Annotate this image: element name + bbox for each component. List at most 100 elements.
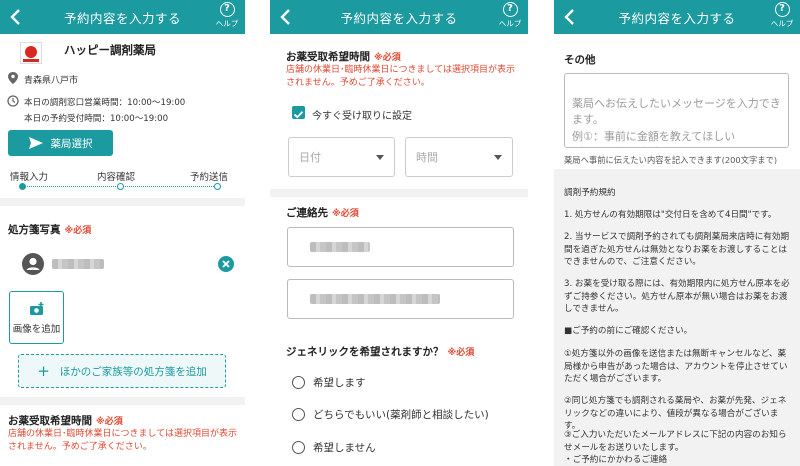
pharmacy-logo [20,42,42,64]
plus-icon: + [37,362,50,380]
pharmacy-name: ハッピー調剤薬局 [64,43,156,57]
pickup-time-label: お薬受取希望時間 [286,51,370,63]
back-arrow-icon[interactable] [6,7,26,27]
hours-reservation: 本日の予約受付時間：10:00〜19:00 [24,114,169,124]
screen-pickup-contact: 予約内容を入力する ? ヘルプ お薬受取希望時間 ※必須 店舗の休業日･臨時休業日… [270,0,528,466]
generic-option-either[interactable]: どちらでもいい(薬剤師と相談したい) [292,407,489,422]
terms-item: 2. 当サービスで調剤予約されても調剤薬局来店時に有効期間を過ぎた処方せんは無効… [564,232,790,267]
prescription-photo-title: 処方箋写真 ※必須 [8,222,91,237]
help-icon: ? [219,2,235,17]
terms-item: ③ご入力いただいたメールアドレスに下記の内容のお知らせメールをお送りいたします。… [564,430,787,465]
screen-message-terms: 予約内容を入力する ? ヘルプ その他 薬局へお伝えしたいメッセージを入力できま… [554,0,800,466]
contact-title: ご連絡先 ※必須 [286,205,359,220]
generic-option-label: 希望しません [313,442,376,454]
clock-icon [7,95,19,107]
terms-item: ①処方箋以外の画像を送信または無断キャンセルなど、薬局様から申告があった場合は、… [564,349,788,384]
hours-window: 本日の調剤窓口営業時間：10:00〜19:00 [24,98,186,108]
page-title: 予約内容を入力する [63,10,181,26]
help-icon: ? [502,2,518,17]
radio-button[interactable] [292,441,305,454]
generic-option-no[interactable]: 希望しません [292,440,376,455]
remove-icon[interactable] [218,256,234,272]
screen-pharmacy-info: 予約内容を入力する ? ヘルプ ハッピー調剤薬局 青森県八戸市 本日の調剤窓口営… [0,0,245,466]
required-mark: ※必須 [64,226,92,236]
generic-question-title: ジェネリックを希望されますか？ ※必須 [286,344,474,359]
help-button[interactable]: ? ヘルプ [213,2,241,29]
family-member-name-redacted [52,259,104,269]
help-icon: ? [774,2,790,17]
back-arrow-icon[interactable] [560,7,580,27]
email-input[interactable] [287,279,514,319]
generic-option-yes[interactable]: 希望します [292,375,366,390]
app-header: 予約内容を入力する ? ヘルプ [554,0,800,34]
required-mark: ※必須 [332,209,359,219]
required-mark: ※必須 [447,348,475,358]
step-dot [214,183,221,190]
help-label: ヘルプ [498,19,522,28]
app-header: 予約内容を入力する ? ヘルプ [0,0,245,34]
add-image-label: 画像を追加 [12,324,61,335]
radio-button[interactable] [292,408,305,421]
required-mark: ※必須 [374,53,401,63]
section-divider [0,198,245,206]
dropdown-arrow-icon [494,154,502,160]
pickup-now-checkbox[interactable] [292,106,305,119]
pickup-time-label: お薬受取希望時間 [8,415,92,427]
pickup-time-title: お薬受取希望時間 ※必須 [8,413,123,428]
step-dot [117,183,124,190]
closed-day-warning: 店舗の休業日･臨時休業日につきましては選択項目が表示されません。予めご了承くださ… [286,65,516,88]
phone-value-redacted [310,242,370,252]
add-photo-icon [30,302,44,315]
help-button[interactable]: ? ヘルプ [496,2,524,29]
help-button[interactable]: ? ヘルプ [768,2,796,29]
generic-question-label: ジェネリックを希望されますか？ [286,346,444,358]
select-pharmacy-button[interactable]: 薬局選択 [8,130,113,156]
step-dot-active [19,183,26,190]
phone-input[interactable] [287,227,514,267]
contact-label: ご連絡先 [286,207,328,219]
prescription-photo-label: 処方箋写真 [8,224,61,236]
page-title: 予約内容を入力する [618,10,736,26]
terms-panel: 調剤予約規約 1. 処方せんの有効期限は"交付日を含めて4日間"です。 2. 当… [554,169,800,466]
terms-item: ②同じ処方箋でも調剤される薬局や、お薬が先発、ジェネリックなどの違いにより、値段… [564,396,787,431]
date-select[interactable]: 日付 [288,137,395,177]
location-pin-icon [8,72,18,84]
send-icon [28,137,43,149]
select-pharmacy-label: 薬局選択 [50,137,93,150]
pharmacy-location: 青森県八戸市 [24,76,79,86]
required-mark: ※必須 [96,417,123,427]
pickup-time-title: お薬受取希望時間 ※必須 [286,49,401,64]
check-icon [293,111,304,119]
terms-item: 3. お薬を受け取る際には、有効期限内に処方せん原本を必ずご持参ください。処方せ… [564,279,790,314]
step-confirm: 内容確認 [97,172,136,183]
other-title: その他 [564,54,596,66]
generic-option-label: どちらでもいい(薬剤師と相談したい) [313,409,489,421]
message-textarea[interactable]: 薬局へお伝えしたいメッセージを入力できます。 例①：事前に金額を教えてほしい 例… [564,73,789,148]
page-title: 予約内容を入力する [340,10,458,26]
section-divider [270,189,528,197]
terms-item: 1. 処方せんの有効期限は"交付日を含めて4日間"です。 [564,210,777,220]
date-placeholder: 日付 [299,151,321,164]
radio-button[interactable] [292,376,305,389]
time-select[interactable]: 時間 [405,137,513,177]
terms-notice-heading: ■ご予約の前にご確認ください。 [564,326,693,336]
step-send: 予約送信 [190,172,229,183]
person-avatar-icon [22,253,44,275]
help-label: ヘルプ [215,19,239,28]
message-hint: 薬局へ事前に伝えたい内容を記入できます(200文字まで) [564,155,778,165]
generic-option-label: 希望します [313,377,366,389]
back-arrow-icon[interactable] [276,7,296,27]
help-label: ヘルプ [770,19,794,28]
closed-day-warning: 店舗の休業日･臨時休業日につきましては選択項目が表示されません。予めご了承くださ… [8,429,238,452]
step-info-input: 情報入力 [10,172,49,183]
add-image-button[interactable]: 画像を追加 [9,291,64,344]
terms-title: 調剤予約規約 [564,188,616,198]
message-placeholder: 薬局へお伝えしたいメッセージを入力できます。 例①：事前に金額を教えてほしい 例… [572,96,781,148]
pickup-now-label: 今すぐ受け取りに設定 [312,111,412,122]
add-family-label: ほかのご家族等の処方箋を追加 [59,365,207,378]
add-family-prescription-button[interactable]: + ほかのご家族等の処方箋を追加 [18,354,226,388]
section-divider [0,397,245,405]
dropdown-arrow-icon [376,154,384,160]
time-placeholder: 時間 [416,151,438,164]
email-value-redacted [310,294,440,304]
